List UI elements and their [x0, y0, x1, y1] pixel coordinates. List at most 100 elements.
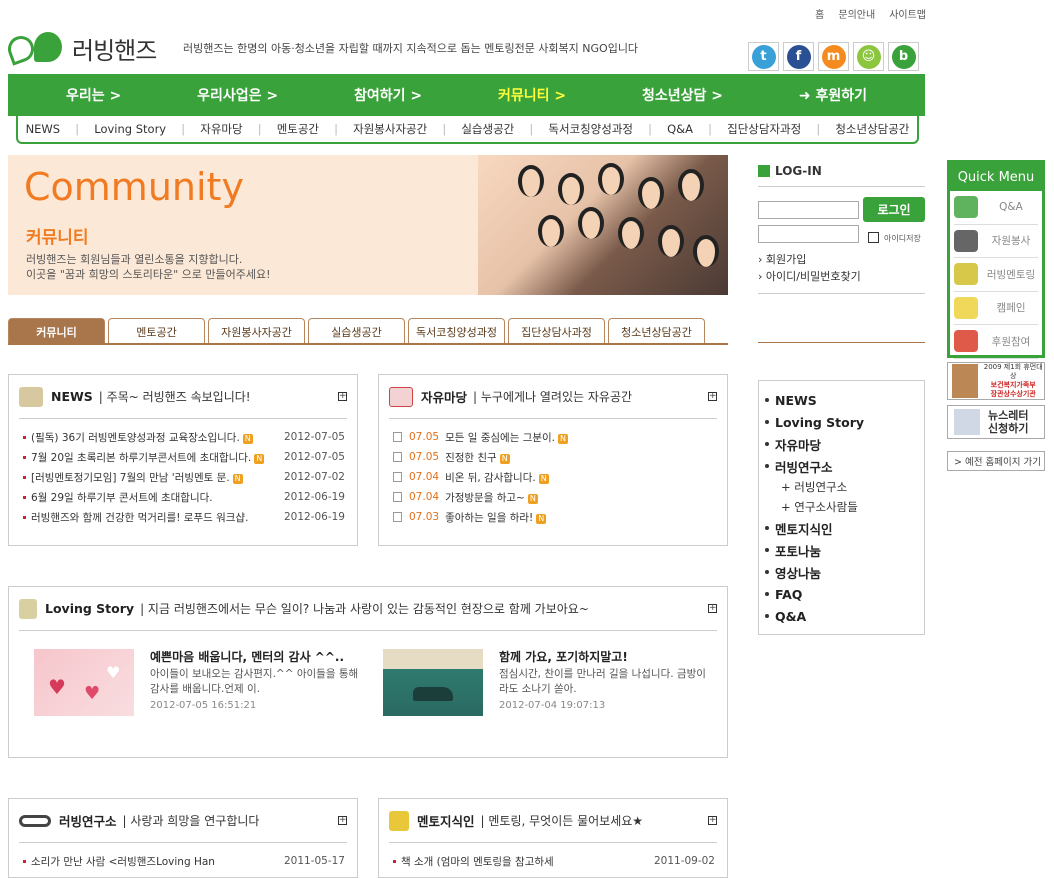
side-menu-item[interactable]: 포토나눔 [765, 539, 924, 561]
main-nav-item[interactable]: 커뮤니티 > [498, 85, 566, 105]
quick-menu-label: Q&A [999, 201, 1023, 214]
tab[interactable]: 독서코칭양성과정 [408, 318, 505, 344]
sub-nav-item[interactable]: 집단상담자과정 [727, 121, 801, 137]
news-more-button[interactable]: + [338, 392, 347, 401]
sub-nav-item[interactable]: 자원봉사자공간 [353, 121, 427, 137]
side-menu-item[interactable]: 러빙연구소 [765, 455, 924, 477]
side-menu-item[interactable]: FAQ [765, 583, 924, 605]
side-menu-item[interactable]: NEWS [765, 389, 924, 411]
community-banner: Community 커뮤니티 러빙핸즈는 회원님들과 열린소통을 지향합니다. … [8, 155, 728, 295]
quick-menu-item[interactable]: Q&A [954, 191, 1038, 225]
side-submenu-item[interactable]: + 연구소사람들 [765, 497, 924, 517]
password-input[interactable] [758, 225, 859, 243]
newsletter-button[interactable]: 뉴스레터 신청하기 [947, 405, 1045, 439]
bullet-icon [23, 475, 26, 479]
character-icon[interactable]: ☺ [853, 42, 884, 71]
list-item[interactable]: 러빙핸즈와 함께 건강한 먹거리를! 로푸드 워크샵. 2012-06-19 [23, 507, 345, 527]
tab[interactable]: 멘토공간 [108, 318, 205, 344]
sitemap-link[interactable]: 사이트맵 [889, 6, 926, 21]
side-menu-item[interactable]: Loving Story [765, 411, 924, 433]
research-title[interactable]: 러빙연구소 [59, 811, 117, 830]
tab[interactable]: 청소년상담공간 [608, 318, 705, 344]
site-logo[interactable]: 러빙핸즈 [4, 30, 157, 66]
item-date: 07.04 [409, 471, 440, 483]
username-input[interactable] [758, 201, 859, 219]
tab[interactable]: 커뮤니티 [8, 318, 105, 344]
side-submenu-item[interactable]: + 러빙연구소 [765, 477, 924, 497]
login-button[interactable]: 로그인 [863, 197, 925, 222]
research-more-button[interactable]: + [338, 816, 347, 825]
sub-nav-item[interactable]: 청소년상담공간 [835, 121, 909, 137]
sub-nav-item[interactable]: Q&A [667, 122, 693, 136]
find-account-link[interactable]: › 아이디/비밀번호찾기 [758, 268, 861, 284]
bullet-icon [765, 592, 769, 596]
community-side-menu: NEWS Loving Story 자유마당 러빙연구소 + 러빙연구소 + 연구소사람들… [758, 380, 925, 635]
side-menu-item[interactable]: Q&A [765, 605, 924, 627]
sub-nav-item[interactable]: 멘토공간 [277, 121, 319, 137]
tab[interactable]: 집단상담사과정 [508, 318, 605, 344]
quick-menu-item[interactable]: 러빙멘토링 [954, 258, 1038, 292]
side-menu-item[interactable]: 영상나눔 [765, 561, 924, 583]
home-link[interactable]: 홈 [815, 6, 824, 21]
story-item-title[interactable]: 함께 가요, 포기하지말고! [499, 649, 709, 665]
banner-description: 러빙핸즈는 회원님들과 열린소통을 지향합니다. 이곳을 "꿈과 희망의 스토리… [26, 253, 271, 281]
mentor-title[interactable]: 멘토지식인 [417, 811, 475, 830]
blog-icon[interactable]: b [888, 42, 919, 71]
facebook-icon[interactable]: f [783, 42, 814, 71]
list-item[interactable]: 07.04 비온 뒤, 감사합니다. N [393, 467, 715, 487]
sub-nav-item[interactable]: NEWS [26, 122, 61, 136]
story-item[interactable]: ♥ ♥ ♥ 예쁜마음 배웁니다, 멘터의 감사 ^^.. 아이들이 보내오는 감… [34, 649, 360, 716]
news-title[interactable]: NEWS [51, 389, 93, 404]
list-item[interactable]: 07.05 모든 일 중심에는 그분이. N [393, 427, 715, 447]
sub-nav-item[interactable]: 자유마당 [200, 121, 242, 137]
main-nav-item[interactable]: 우리는 > [66, 85, 121, 105]
tab[interactable]: 실습생공간 [308, 318, 405, 344]
list-item[interactable]: 6월 29일 하루기부 콘서트에 초대합니다. 2012-06-19 [23, 487, 345, 507]
free-title[interactable]: 자유마당 [421, 387, 467, 406]
item-title: 러빙핸즈와 함께 건강한 먹거리를! 로푸드 워크샵. [31, 511, 249, 524]
list-item[interactable]: 07.05 진정한 친구 N [393, 447, 715, 467]
main-nav-item[interactable]: ➜ 후원하기 [799, 85, 867, 105]
main-nav-item[interactable]: 참여하기 > [354, 85, 422, 105]
heart-cup-icon [389, 386, 413, 407]
list-item[interactable]: [러빙멘토정기모임] 7월의 만남 '러빙멘토 문. N 2012-07-02 [23, 467, 345, 487]
side-menu-item[interactable]: 멘토지식인 [765, 517, 924, 539]
list-item[interactable]: (필독) 36기 러빙멘토양성과정 교육장소입니다. N 2012-07-05 [23, 427, 345, 447]
quick-menu-item[interactable]: 캠페인 [954, 292, 1038, 325]
sub-nav-item[interactable]: 독서코칭양성과정 [548, 121, 633, 137]
side-menu-item[interactable]: 자유마당 [765, 433, 924, 455]
item-title: 진정한 친구 N [445, 450, 715, 465]
bullet-icon [23, 455, 26, 459]
tab[interactable]: 자원봉사자공간 [208, 318, 305, 344]
sub-nav-item[interactable]: Loving Story [94, 122, 166, 136]
quick-menu-item[interactable]: 자원봉사 [954, 225, 1038, 258]
award-certificate-icon [952, 364, 979, 398]
item-date: 2012-06-19 [283, 511, 345, 523]
list-item[interactable]: 책 소개 (엄마의 멘토링을 참고하세 2011-09-02 [393, 851, 715, 871]
join-link[interactable]: › 회원가입 [758, 251, 806, 267]
story-title[interactable]: Loving Story [45, 601, 134, 616]
list-item[interactable]: 소리가 만난 사람 <러빙핸즈Loving Han 2011-05-17 [23, 851, 345, 871]
save-id-checkbox[interactable] [868, 232, 879, 243]
old-homepage-link[interactable]: > 예전 홈페이지 가기 [947, 451, 1045, 471]
list-item[interactable]: 7월 20일 초록리본 하루기부콘서트에 초대합니다. N 2012-07-05 [23, 447, 345, 467]
me2day-icon[interactable]: m [818, 42, 849, 71]
main-nav-item[interactable]: 우리사업은 > [197, 85, 278, 105]
bullet-icon [23, 435, 26, 439]
inquiry-link[interactable]: 문의안내 [838, 6, 875, 21]
twitter-icon[interactable]: t [748, 42, 779, 71]
banner-subtitle: 커뮤니티 [26, 228, 89, 248]
new-badge-icon: N [232, 473, 243, 484]
award-banner[interactable]: 2009 제1회 휴먼대상 보건복지가족부 장관상수상기관 [947, 362, 1045, 400]
sub-nav-item[interactable]: 실습생공간 [461, 121, 514, 137]
list-item[interactable]: 07.04 가정방문을 하고~ N [393, 487, 715, 507]
story-item[interactable]: 함께 가요, 포기하지말고! 점심시간, 찬이를 만나러 길을 나섭니다. 금방… [383, 649, 709, 716]
story-more-button[interactable]: + [708, 604, 717, 613]
mentor-more-button[interactable]: + [708, 816, 717, 825]
story-item-title[interactable]: 예쁜마음 배웁니다, 멘터의 감사 ^^.. [150, 649, 360, 665]
main-nav-item[interactable]: 청소년상담 > [642, 85, 723, 105]
list-item[interactable]: 07.03 좋아하는 일을 하라! N [393, 507, 715, 527]
free-more-button[interactable]: + [708, 392, 717, 401]
logo-text: 러빙핸즈 [72, 36, 157, 65]
quick-menu-item[interactable]: 후원참여 [954, 325, 1038, 359]
